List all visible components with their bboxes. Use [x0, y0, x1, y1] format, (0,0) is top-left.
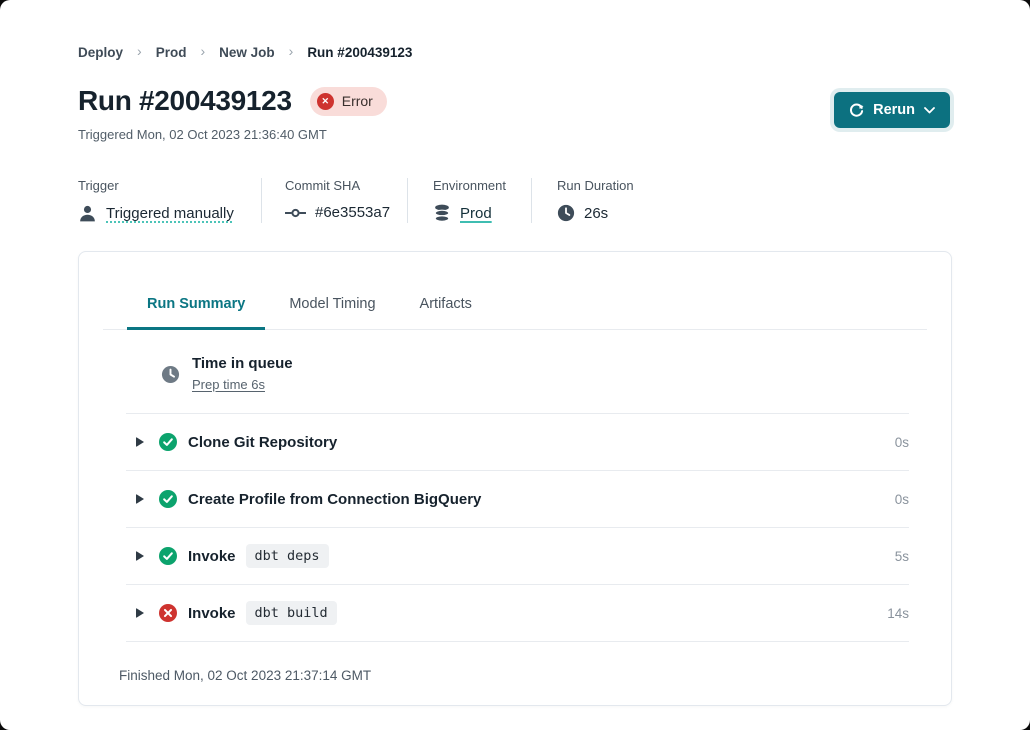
- breadcrumb-prod[interactable]: Prod: [156, 45, 187, 60]
- environment-value-link[interactable]: Prod: [460, 205, 492, 222]
- step-command-chip: dbt build: [246, 601, 337, 625]
- step-row-create-profile[interactable]: Create Profile from Connection BigQuery …: [126, 471, 909, 528]
- clock-icon: [557, 204, 575, 222]
- success-check-icon: [159, 490, 177, 508]
- database-icon: [433, 204, 451, 222]
- step-duration: 5s: [895, 549, 909, 564]
- breadcrumb: Deploy › Prod › New Job › Run #200439123: [78, 44, 952, 60]
- chevron-right-icon: ›: [200, 43, 205, 59]
- breadcrumb-deploy[interactable]: Deploy: [78, 45, 123, 60]
- step-duration: 14s: [887, 606, 909, 621]
- meta-trigger-label: Trigger: [78, 178, 241, 193]
- prep-time-link[interactable]: Prep time 6s: [192, 377, 265, 392]
- step-name: Clone Git Repository: [188, 434, 337, 451]
- time-in-queue-section: Time in queue Prep time 6s: [126, 330, 909, 414]
- step-row-dbt-deps[interactable]: Invoke dbt deps 5s: [126, 528, 909, 585]
- finished-timestamp: Finished Mon, 02 Oct 2023 21:37:14 GMT: [119, 668, 927, 683]
- run-summary-card: Run Summary Model Timing Artifacts Time …: [78, 251, 952, 706]
- status-badge: ✕ Error: [310, 87, 387, 116]
- chevron-right-icon: ›: [137, 43, 142, 59]
- expand-caret-icon[interactable]: [136, 437, 144, 447]
- queue-clock-icon: [161, 365, 180, 384]
- meta-run-duration: Run Duration 26s: [531, 178, 654, 223]
- person-icon: [78, 204, 97, 223]
- triggered-timestamp: Triggered Mon, 02 Oct 2023 21:36:40 GMT: [78, 127, 952, 142]
- meta-duration-label: Run Duration: [557, 178, 634, 193]
- step-duration: 0s: [895, 435, 909, 450]
- commit-sha-value: #6e3553a7: [315, 204, 390, 221]
- step-name: Create Profile from Connection BigQuery: [188, 491, 481, 508]
- error-circle-icon: ✕: [317, 93, 334, 110]
- success-check-icon: [159, 547, 177, 565]
- breadcrumb-run: Run #200439123: [307, 45, 412, 60]
- chevron-right-icon: ›: [289, 43, 294, 59]
- meta-environment-label: Environment: [433, 178, 511, 193]
- step-name: Invoke: [188, 548, 236, 565]
- trigger-value-link[interactable]: Triggered manually: [106, 205, 234, 222]
- commit-icon: [285, 206, 306, 220]
- page-title: Run #200439123: [78, 85, 292, 117]
- meta-trigger: Trigger Triggered manually: [78, 178, 261, 223]
- tab-model-timing[interactable]: Model Timing: [269, 296, 395, 330]
- step-duration: 0s: [895, 492, 909, 507]
- chevron-down-icon: [924, 107, 935, 114]
- tab-artifacts[interactable]: Artifacts: [400, 296, 492, 330]
- expand-caret-icon[interactable]: [136, 494, 144, 504]
- expand-caret-icon[interactable]: [136, 608, 144, 618]
- step-list: Clone Git Repository 0s Create Profile f…: [126, 414, 909, 642]
- tab-run-summary[interactable]: Run Summary: [127, 296, 265, 330]
- meta-environment: Environment Prod: [407, 178, 531, 223]
- step-row-clone-git[interactable]: Clone Git Repository 0s: [126, 414, 909, 471]
- breadcrumb-new-job[interactable]: New Job: [219, 45, 275, 60]
- run-metadata: Trigger Triggered manually Commit SHA #6…: [78, 178, 952, 223]
- run-detail-page: Deploy › Prod › New Job › Run #200439123…: [0, 0, 1030, 730]
- tab-bar: Run Summary Model Timing Artifacts: [127, 296, 927, 330]
- step-command-chip: dbt deps: [246, 544, 329, 568]
- run-duration-value: 26s: [584, 205, 608, 222]
- meta-commit-sha: Commit SHA #6e3553a7: [261, 178, 407, 223]
- rerun-button[interactable]: Rerun: [834, 92, 950, 128]
- success-check-icon: [159, 433, 177, 451]
- step-name: Invoke: [188, 605, 236, 622]
- error-x-icon: [159, 604, 177, 622]
- rerun-button-label: Rerun: [873, 102, 915, 118]
- time-in-queue-title: Time in queue: [192, 355, 293, 372]
- expand-caret-icon[interactable]: [136, 551, 144, 561]
- meta-commit-label: Commit SHA: [285, 178, 387, 193]
- step-row-dbt-build[interactable]: Invoke dbt build 14s: [126, 585, 909, 642]
- status-badge-label: Error: [342, 93, 373, 109]
- rerun-refresh-icon: [849, 103, 864, 118]
